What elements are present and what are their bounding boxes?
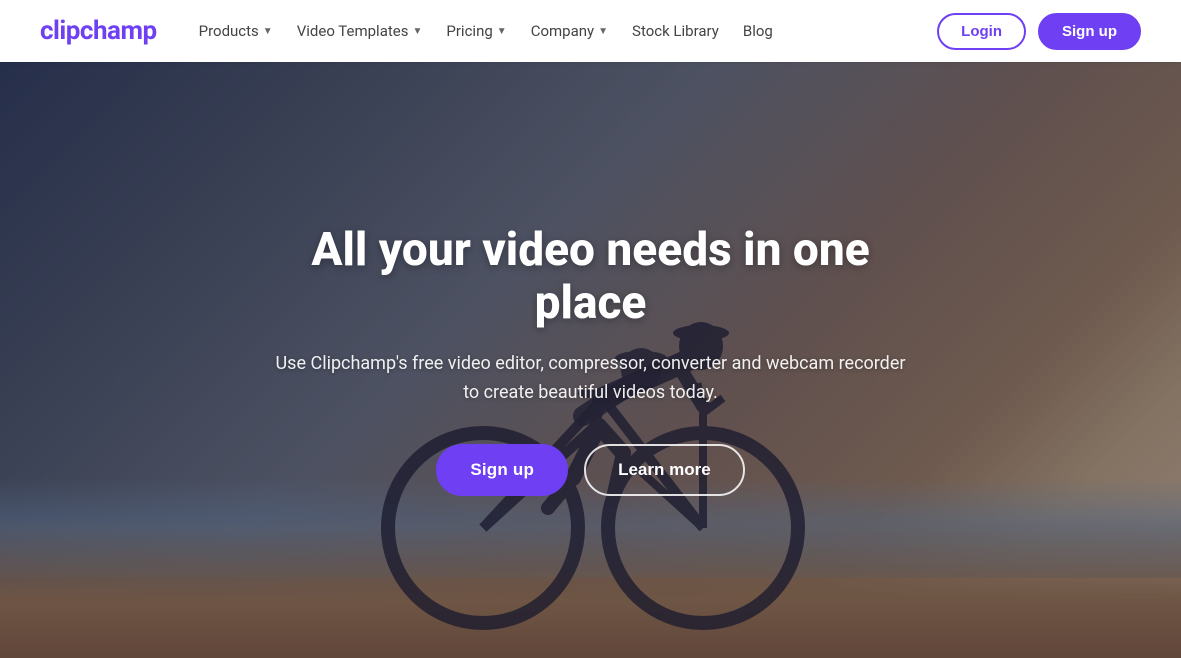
logo[interactable]: clipchamp (40, 16, 157, 46)
nav-link-stock-library[interactable]: Stock Library (622, 14, 729, 48)
hero-buttons: Sign up Learn more (271, 444, 911, 496)
nav-link-blog[interactable]: Blog (733, 14, 783, 48)
nav-label-stock-library: Stock Library (632, 22, 719, 40)
hero-content: All your video needs in one place Use Cl… (251, 224, 931, 495)
nav-item-blog: Blog (733, 14, 783, 48)
nav-label-products: Products (199, 22, 259, 40)
nav-item-products: Products ▼ (189, 14, 283, 48)
nav-link-pricing[interactable]: Pricing ▼ (436, 14, 516, 48)
chevron-down-icon: ▼ (263, 26, 273, 37)
hero-subtitle: Use Clipchamp's free video editor, compr… (271, 350, 911, 408)
nav-link-video-templates[interactable]: Video Templates ▼ (287, 14, 433, 48)
nav-link-company[interactable]: Company ▼ (521, 14, 618, 48)
chevron-down-icon-2: ▼ (412, 26, 422, 37)
navbar: clipchamp Products ▼ Video Templates ▼ P… (0, 0, 1181, 62)
nav-item-video-templates: Video Templates ▼ (287, 14, 433, 48)
navbar-left: clipchamp Products ▼ Video Templates ▼ P… (40, 14, 783, 48)
chevron-down-icon-3: ▼ (497, 26, 507, 37)
nav-item-stock-library: Stock Library (622, 14, 729, 48)
signup-nav-button[interactable]: Sign up (1038, 13, 1141, 50)
hero-signup-button[interactable]: Sign up (436, 444, 568, 496)
chevron-down-icon-4: ▼ (598, 26, 608, 37)
nav-links: Products ▼ Video Templates ▼ Pricing ▼ C… (189, 14, 783, 48)
nav-item-pricing: Pricing ▼ (436, 14, 516, 48)
login-button[interactable]: Login (937, 13, 1026, 50)
nav-label-blog: Blog (743, 22, 773, 40)
hero-section: All your video needs in one place Use Cl… (0, 62, 1181, 658)
hero-title: All your video needs in one place (271, 224, 911, 330)
nav-label-pricing: Pricing (446, 22, 492, 40)
logo-text: clipchamp (40, 16, 157, 46)
nav-label-company: Company (531, 22, 594, 40)
hero-learn-more-button[interactable]: Learn more (584, 444, 745, 496)
nav-item-company: Company ▼ (521, 14, 618, 48)
nav-link-products[interactable]: Products ▼ (189, 14, 283, 48)
navbar-right: Login Sign up (937, 13, 1141, 50)
nav-label-video-templates: Video Templates (297, 22, 409, 40)
